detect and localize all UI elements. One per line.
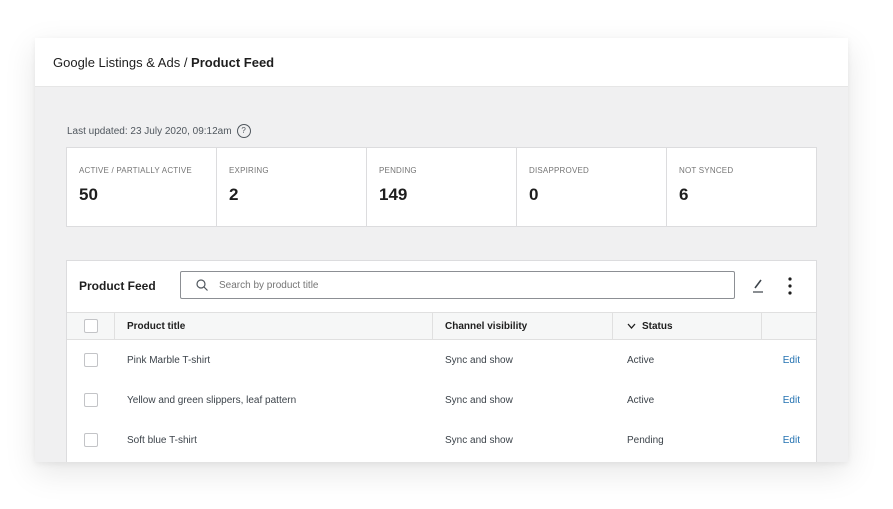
column-label: Status [642,320,673,332]
row-checkbox[interactable] [84,393,98,407]
summary-card-label: Active / Partially Active [79,166,192,175]
visibility-cell: Sync and show [445,394,513,406]
column-product-title[interactable]: Product title [115,313,433,339]
status-cell: Active [627,394,655,406]
last-updated: Last updated: 23 July 2020, 09:12am ? [67,124,251,138]
row-checkbox[interactable] [84,353,98,367]
edit-link[interactable]: Edit [783,435,800,446]
more-vertical-icon[interactable] [785,275,795,297]
table-title: Product Feed [79,279,156,293]
row-checkbox[interactable] [84,433,98,447]
summary-card-label: Disapproved [529,166,589,175]
pencil-icon[interactable] [750,276,766,296]
summary-card-expiring: Expiring 2 [217,148,367,226]
summary-card-active: Active / Partially Active 50 [67,148,217,226]
row-select-cell [67,420,115,460]
product-feed-table: Product Feed Pr [66,260,817,462]
product-title-cell: Yellow and green slippers, leaf pattern [127,394,297,406]
row-select-cell [67,380,115,420]
search-box[interactable] [180,271,735,299]
summary-card-disapproved: Disapproved 0 [517,148,667,226]
summary-card-value: 6 [679,185,689,204]
table-header: Product title Channel visibility Status [67,312,816,340]
select-all-checkbox[interactable] [83,319,98,333]
status-cell: Pending [627,434,664,446]
summary-card-not-synced: Not Synced 6 [667,148,816,226]
column-label: Channel visibility [445,320,528,332]
summary-cards: Active / Partially Active 50 Expiring 2 … [66,147,817,227]
edit-link[interactable]: Edit [783,395,800,406]
summary-card-pending: Pending 149 [367,148,517,226]
app-window: Google Listings & Ads / Product Feed Las… [35,38,848,462]
breadcrumb-current: Product Feed [191,54,275,70]
help-icon[interactable]: ? [236,124,251,138]
breadcrumb: Google Listings & Ads / Product Feed [53,55,274,70]
edit-link[interactable]: Edit [783,355,800,366]
summary-card-value: 149 [379,185,408,204]
column-status[interactable]: Status [613,313,762,339]
table-row: Yellow and green slippers, leaf pattern … [67,380,816,420]
column-actions [762,313,816,339]
table-toolbar: Product Feed [67,261,816,312]
product-title-cell: Pink Marble T-shirt [127,354,211,366]
last-updated-text: Last updated: 23 July 2020, 09:12am [67,125,232,137]
search-icon [196,279,208,291]
breadcrumb-parent[interactable]: Google Listings & Ads [53,55,180,70]
table-row: Soft blue T-shirt Sync and show Pending … [67,420,816,460]
summary-card-label: Pending [379,166,417,175]
breadcrumb-separator: / [180,54,192,70]
header-select-cell [67,313,115,339]
row-select-cell [67,340,115,380]
page-header: Google Listings & Ads / Product Feed [35,38,848,87]
search-input[interactable] [217,278,701,292]
summary-card-value: 2 [229,185,239,204]
summary-card-label: Not Synced [679,166,734,175]
column-channel-visibility[interactable]: Channel visibility [433,313,613,339]
action-cell: Edit [762,340,816,380]
visibility-cell: Sync and show [445,434,513,446]
table-row: Pink Marble T-shirt Sync and show Active… [67,340,816,380]
summary-card-value: 0 [529,185,539,204]
status-cell: Active [627,354,655,366]
column-label: Product title [127,320,186,332]
chevron-down-icon [627,323,636,329]
summary-card-label: Expiring [229,166,269,175]
action-cell: Edit [762,380,816,420]
product-title-cell: Soft blue T-shirt [127,434,197,446]
visibility-cell: Sync and show [445,354,513,366]
action-cell: Edit [762,420,816,460]
summary-card-value: 50 [79,185,98,204]
